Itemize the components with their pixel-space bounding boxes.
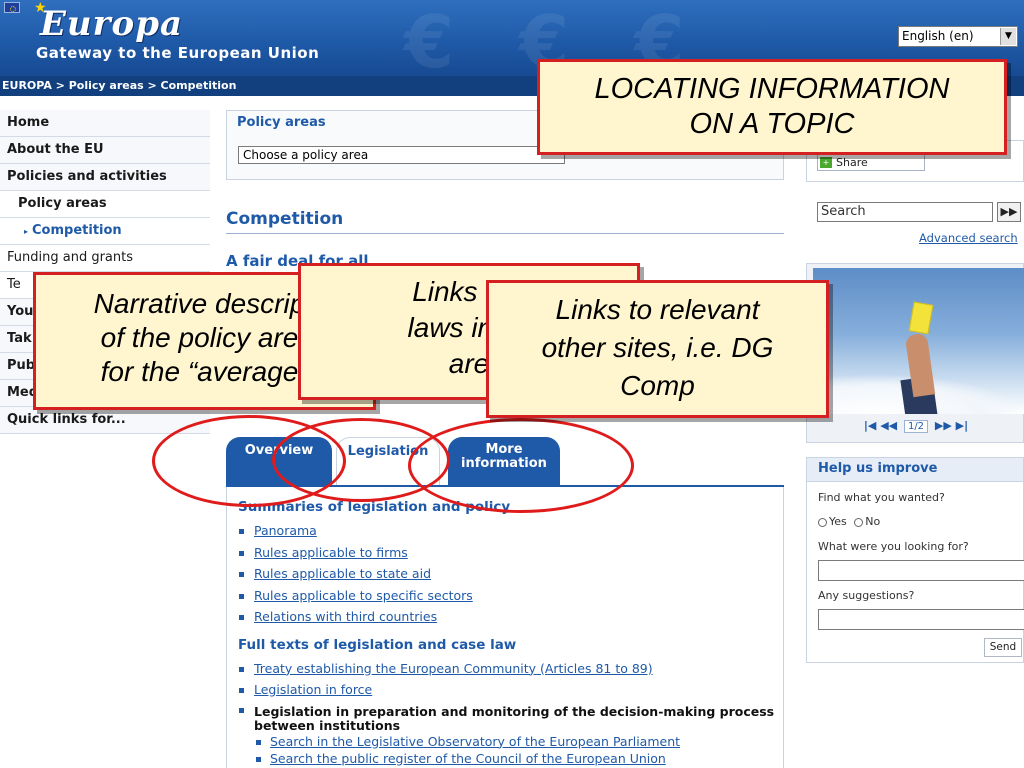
- list-item: Treaty establishing the European Communi…: [238, 658, 783, 680]
- list-item: Search the public register of the Counci…: [238, 750, 783, 767]
- carousel-page-indicator: 1/2: [903, 420, 929, 433]
- list-item: Legislation in force: [238, 679, 783, 701]
- site-tagline: Gateway to the European Union: [36, 44, 320, 62]
- list-item: Rules applicable to specific sectors: [238, 585, 783, 607]
- send-button[interactable]: Send: [984, 638, 1022, 657]
- summary-link[interactable]: Rules applicable to state aid: [254, 566, 431, 581]
- callout-other-sites: Links to relevant other sites, i.e. DG C…: [486, 280, 829, 418]
- highlight-ellipse-more-information: [408, 418, 634, 513]
- share-button[interactable]: + Share: [817, 154, 925, 171]
- summary-link[interactable]: Rules applicable to specific sectors: [254, 588, 473, 603]
- nested-link[interactable]: Search in the Legislative Observatory of…: [270, 734, 680, 749]
- last-icon[interactable]: ▶|: [956, 419, 968, 432]
- advanced-search-link[interactable]: Advanced search: [919, 231, 1018, 245]
- radio-yes[interactable]: [818, 517, 827, 527]
- tab-content: Summaries of legislation and policy Pano…: [226, 487, 784, 768]
- help-question-found: Find what you wanted?: [818, 491, 945, 504]
- next-icon[interactable]: ▶▶: [935, 419, 952, 432]
- arrow-right-icon: ▸: [24, 227, 29, 236]
- callout-other-line: Comp: [620, 370, 695, 401]
- first-icon[interactable]: |◀: [864, 419, 876, 432]
- help-radio-group: Yes No: [818, 515, 880, 528]
- help-title: Help us improve: [807, 458, 1023, 482]
- policy-area-select-value: Choose a policy area: [243, 148, 369, 162]
- nav-item-competition[interactable]: ▸ Competition: [0, 218, 210, 245]
- nav-item-home[interactable]: Home: [0, 110, 210, 137]
- radio-no[interactable]: [854, 517, 864, 527]
- list-item: Panorama: [238, 520, 783, 542]
- nav-item-about[interactable]: About the EU: [0, 137, 210, 164]
- summary-link[interactable]: Panorama: [254, 523, 317, 538]
- help-us-improve-box: Help us improve Find what you wanted? Ye…: [806, 457, 1024, 663]
- full-text-link[interactable]: Treaty establishing the European Communi…: [254, 661, 653, 676]
- nav-item-policy-areas[interactable]: Policy areas: [0, 191, 210, 218]
- yellow-card-shape: [908, 301, 934, 335]
- nav-item-competition-label: Competition: [32, 223, 122, 238]
- share-icon: +: [820, 157, 832, 168]
- radio-no-label: No: [865, 515, 881, 528]
- nested-link[interactable]: Search the public register of the Counci…: [270, 751, 666, 766]
- list-item-legislation-in-preparation: Legislation in preparation and monitorin…: [238, 701, 783, 733]
- full-texts-heading: Full texts of legislation and case law: [238, 636, 517, 653]
- language-select[interactable]: English (en) ▼: [898, 26, 1018, 47]
- summary-link[interactable]: Relations with third countries: [254, 609, 437, 624]
- summary-link[interactable]: Rules applicable to firms: [254, 545, 408, 560]
- previous-icon[interactable]: ◀◀: [880, 419, 897, 432]
- policy-area-select[interactable]: Choose a policy area: [238, 146, 565, 164]
- looking-for-input[interactable]: [818, 560, 1024, 581]
- eu-flag-icon: [4, 2, 20, 13]
- europa-logo[interactable]: Europa: [40, 4, 183, 44]
- list-item: Relations with third countries: [238, 606, 783, 628]
- callout-other-line: other sites, i.e. DG: [541, 332, 774, 363]
- list-item: Rules applicable to firms: [238, 542, 783, 564]
- callout-title: LOCATING INFORMATION ON A TOPIC: [537, 59, 1007, 155]
- list-item: Search in the Legislative Observatory of…: [238, 733, 783, 750]
- carousel-controls: |◀ ◀◀ 1/2 ▶▶ ▶|: [807, 419, 1024, 433]
- nav-item-policies[interactable]: Policies and activities: [0, 164, 210, 191]
- nav-item-funding[interactable]: Funding and grants: [0, 245, 210, 272]
- radio-yes-label: Yes: [829, 515, 847, 528]
- page-title: Competition: [226, 209, 784, 234]
- suggestions-input[interactable]: [818, 609, 1024, 630]
- callout-title-line: LOCATING INFORMATION: [594, 73, 950, 105]
- callout-other-line: Links to relevant: [555, 294, 760, 325]
- search-go-button[interactable]: ▶▶: [997, 202, 1021, 222]
- language-select-value: English (en): [902, 29, 974, 43]
- share-label: Share: [836, 156, 868, 169]
- full-text-link[interactable]: Legislation in force: [254, 682, 372, 697]
- list-item: Rules applicable to state aid: [238, 563, 783, 585]
- chevron-down-icon[interactable]: ▼: [1000, 28, 1016, 45]
- help-question-looking: What were you looking for?: [818, 540, 969, 553]
- full-texts-list: Treaty establishing the European Communi…: [227, 658, 783, 767]
- help-question-suggestions: Any suggestions?: [818, 589, 915, 602]
- carousel-image-yellow-card[interactable]: [813, 268, 1024, 414]
- summaries-list: Panorama Rules applicable to firms Rules…: [227, 520, 783, 628]
- callout-title-line: ON A TOPIC: [689, 108, 855, 140]
- search-input[interactable]: Search: [817, 202, 993, 222]
- image-carousel: |◀ ◀◀ 1/2 ▶▶ ▶|: [806, 263, 1024, 443]
